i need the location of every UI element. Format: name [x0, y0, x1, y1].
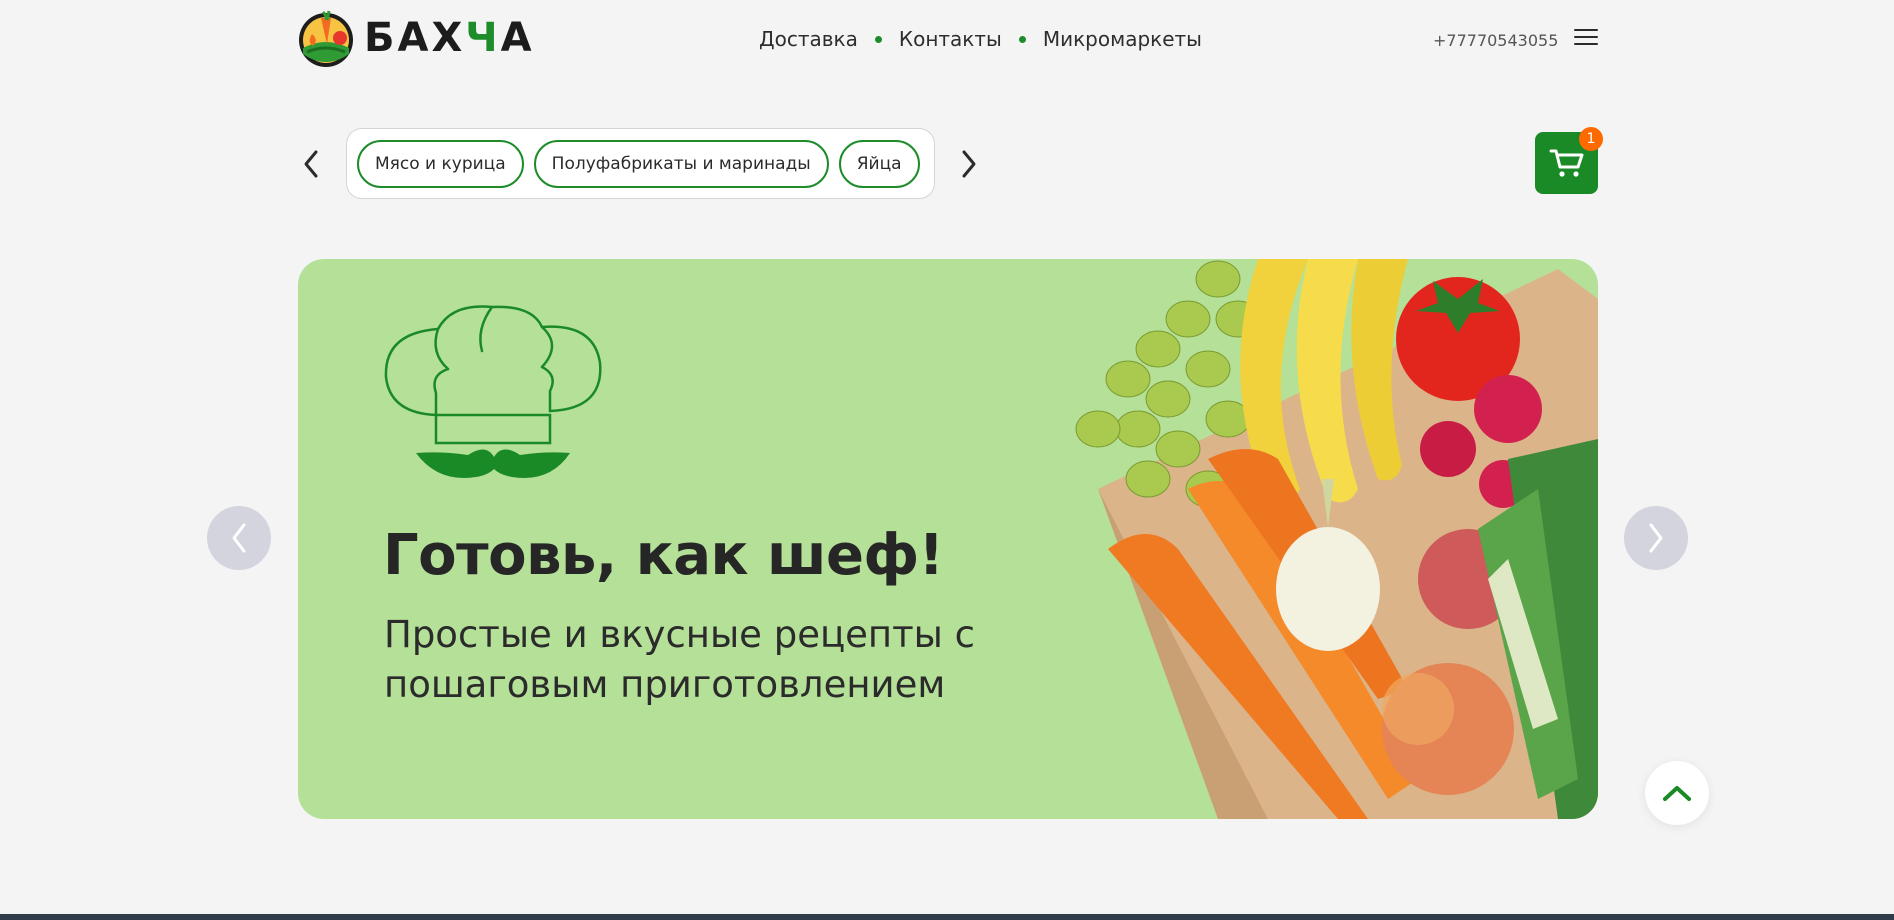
nav-separator-dot	[1018, 35, 1026, 43]
scroll-to-top-button[interactable]	[1645, 761, 1709, 825]
chef-hat-icon	[384, 305, 602, 478]
logo-mark-icon	[299, 10, 353, 67]
nav-link-delivery[interactable]: Доставка	[759, 27, 858, 51]
logo[interactable]: БАХЧА	[297, 8, 535, 68]
phone-link[interactable]: +77770543055	[1433, 31, 1558, 50]
nav-link-micromarkets[interactable]: Микромаркеты	[1043, 27, 1202, 51]
cart-icon	[1549, 149, 1583, 177]
chevron-up-icon	[1663, 786, 1691, 801]
vegetables-bag-image	[1075, 259, 1598, 819]
category-chip-semi-finished[interactable]: Полуфабрикаты и маринады	[533, 139, 829, 188]
category-slider: Мясо и курица Полуфабрикаты и маринады Я…	[346, 128, 935, 199]
chevron-right-icon	[1649, 523, 1663, 553]
chevron-left-icon	[232, 523, 246, 553]
promo-banner[interactable]: Готовь, как шеф! Простые и вкусные рецеп…	[298, 259, 1598, 819]
nav-link-contacts[interactable]: Контакты	[899, 27, 1002, 51]
hamburger-icon[interactable]	[1574, 29, 1598, 49]
category-chip-meat[interactable]: Мясо и курица	[357, 139, 524, 188]
nav-separator-dot	[874, 35, 882, 43]
banner-headline: Готовь, как шеф!	[383, 523, 944, 588]
bottom-bar	[0, 914, 1894, 920]
chevron-right-icon[interactable]	[956, 146, 982, 182]
chevron-left-icon[interactable]	[298, 146, 324, 182]
banner-next-button[interactable]	[1624, 506, 1688, 570]
logo-text: БАХЧА	[364, 15, 535, 61]
banner-prev-button[interactable]	[207, 506, 271, 570]
banner-subtitle: Простые и вкусные рецепты с пошаговым пр…	[384, 613, 975, 706]
cart-count-badge: 1	[1579, 127, 1603, 151]
main-nav: Доставка Контакты Микромаркеты	[759, 27, 1202, 51]
category-chip-eggs[interactable]: Яйца	[838, 139, 920, 188]
page: БАХЧА Доставка Контакты Микромаркеты +77…	[0, 0, 1894, 920]
